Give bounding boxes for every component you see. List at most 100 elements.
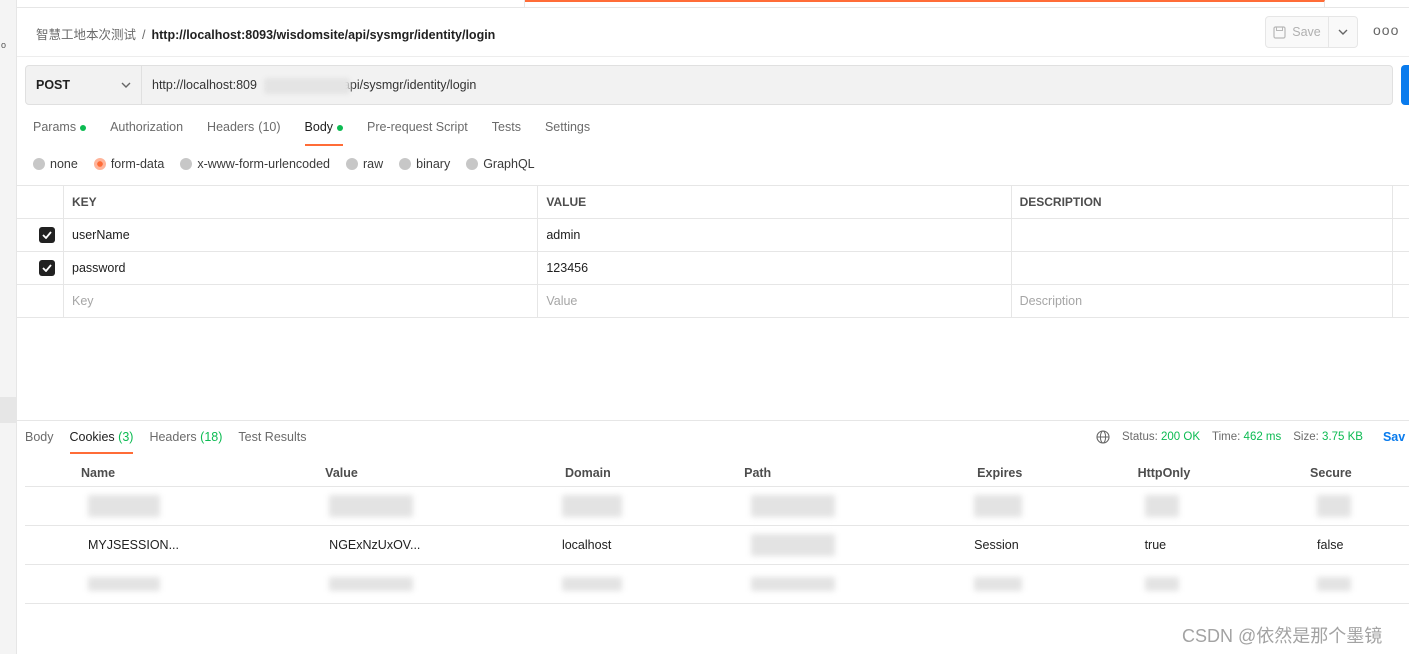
tab-tests-label: Tests xyxy=(491,120,521,134)
response-tab-test-results-label: Test Results xyxy=(238,430,307,444)
save-dropdown-button[interactable] xyxy=(1329,17,1357,47)
url-redaction xyxy=(264,78,350,94)
body-type-label: none xyxy=(50,157,78,171)
body-type-graphql[interactable]: GraphQL xyxy=(466,157,535,171)
body-type-none[interactable]: none xyxy=(33,157,78,171)
cookie-col-secure: Secure xyxy=(1254,460,1409,487)
actions-cell xyxy=(1391,251,1409,285)
status-text[interactable]: Status: 200 OK xyxy=(1122,431,1200,443)
body-type-label: binary xyxy=(416,157,451,171)
open-request-tab[interactable] xyxy=(17,0,525,8)
check-icon xyxy=(42,231,52,239)
method-select[interactable]: POST xyxy=(26,66,142,104)
body-type-label: form-data xyxy=(110,157,165,171)
table-row: userName admin xyxy=(17,218,1409,252)
description-cell[interactable] xyxy=(1010,251,1393,285)
value-input-placeholder[interactable]: Value xyxy=(537,284,1012,318)
radio-icon xyxy=(466,158,479,170)
radio-icon xyxy=(346,158,358,170)
tab-settings[interactable]: Settings xyxy=(545,120,590,146)
redacted-cell xyxy=(508,564,689,604)
chevron-down-icon xyxy=(1338,29,1348,35)
size-text[interactable]: Size: 3.75 KB xyxy=(1293,431,1363,443)
tab-headers[interactable]: Headers (10) xyxy=(207,120,280,146)
body-type-label: raw xyxy=(363,157,384,171)
redaction-block xyxy=(751,494,836,517)
key-input-placeholder[interactable]: Key xyxy=(62,284,539,318)
body-type-urlencoded[interactable]: x-www-form-urlencoded xyxy=(180,157,330,171)
response-tab-body[interactable]: Body xyxy=(25,430,54,454)
active-request-tab[interactable] xyxy=(525,0,1325,8)
response-tab-cookies[interactable]: Cookies (3) xyxy=(69,430,133,454)
watermark: CSDN @依然是那个墨镜 xyxy=(1182,626,1383,646)
breadcrumb-request-name[interactable]: http://localhost:8093/wisdomsite/api/sys… xyxy=(152,28,496,42)
time-text[interactable]: Time: 462 ms xyxy=(1212,431,1281,443)
save-response-button[interactable]: Sav xyxy=(1383,430,1405,444)
save-button-group: Save xyxy=(1265,16,1358,48)
cookies-table: Name Value Domain Path Expires HttpOnly … xyxy=(25,460,1409,604)
tab-settings-label: Settings xyxy=(544,120,591,134)
tab-params-label: Params xyxy=(33,120,77,134)
redaction-block xyxy=(329,494,414,517)
method-label: POST xyxy=(36,78,71,92)
tab-pre-request-label: Pre-request Script xyxy=(367,120,468,134)
response-tab-test-results[interactable]: Test Results xyxy=(238,430,306,454)
cookie-col-name: Name xyxy=(25,460,270,487)
redacted-cell xyxy=(508,486,689,526)
response-tab-headers[interactable]: Headers (18) xyxy=(149,430,222,454)
globe-icon[interactable] xyxy=(1096,430,1110,444)
value-cell[interactable]: admin xyxy=(537,218,1012,252)
redacted-cell xyxy=(25,564,270,604)
header-check-cell xyxy=(17,185,64,219)
send-button[interactable] xyxy=(1401,65,1409,105)
redacted-cell xyxy=(1254,564,1409,604)
cookie-col-path: Path xyxy=(688,460,922,487)
cookie-col-httponly: HttpOnly xyxy=(1081,460,1255,487)
body-type-form-data[interactable]: form-data xyxy=(93,157,165,171)
key-cell[interactable]: userName xyxy=(62,218,539,252)
tab-body[interactable]: Body xyxy=(304,120,344,146)
body-type-binary[interactable]: binary xyxy=(399,157,450,171)
description-input-placeholder[interactable]: Description xyxy=(1010,284,1393,318)
more-options-button[interactable]: ooo xyxy=(1373,23,1399,41)
redaction-block xyxy=(329,576,414,591)
redaction-block xyxy=(1144,494,1179,517)
cookie-col-domain: Domain xyxy=(508,460,689,487)
left-sidebar-strip: o xyxy=(0,0,17,654)
tab-pre-request-script[interactable]: Pre-request Script xyxy=(367,120,468,146)
tab-tests[interactable]: Tests xyxy=(492,120,521,146)
header-actions xyxy=(1391,185,1409,219)
url-suffix: api/sysmgr/identity/login xyxy=(342,78,477,92)
table-row-new: Key Value Description xyxy=(17,284,1409,318)
key-cell[interactable]: password xyxy=(62,251,539,285)
breadcrumb-collection[interactable]: 智慧工地本次测试 xyxy=(36,28,136,42)
url-input[interactable]: http://localhost:809 api/sysmgr/identity/… xyxy=(142,66,1392,104)
redacted-cell xyxy=(1081,564,1255,604)
check-icon xyxy=(42,264,52,272)
row-checkbox[interactable] xyxy=(39,227,55,243)
redacted-cell xyxy=(921,486,1082,526)
value-cell[interactable]: 123456 xyxy=(537,251,1012,285)
redaction-block xyxy=(88,494,160,517)
redaction-block xyxy=(751,576,836,591)
size-value: 3.75 KB xyxy=(1322,431,1363,443)
radio-icon xyxy=(180,158,193,170)
row-checkbox-cell xyxy=(17,218,64,252)
cookie-expires: Session xyxy=(921,525,1082,565)
cookie-row: MYJSESSION... NGExNzUxOV... localhost Se… xyxy=(25,525,1409,565)
redacted-cell xyxy=(25,486,270,526)
description-cell[interactable] xyxy=(1010,218,1393,252)
save-button[interactable]: Save xyxy=(1266,17,1329,47)
row-checkbox[interactable] xyxy=(39,260,55,276)
redacted-cell xyxy=(269,564,509,604)
cookie-secure: false xyxy=(1254,525,1409,565)
body-type-raw[interactable]: raw xyxy=(346,157,383,171)
tab-authorization[interactable]: Authorization xyxy=(110,120,183,146)
tab-params[interactable]: Params xyxy=(33,120,87,146)
body-indicator-dot xyxy=(337,125,344,131)
row-checkbox-cell xyxy=(17,284,64,318)
response-tab-cookies-label: Cookies xyxy=(69,430,115,444)
redacted-cell xyxy=(1081,486,1255,526)
body-type-label: x-www-form-urlencoded xyxy=(197,157,330,171)
sidebar-selected-item[interactable] xyxy=(0,397,16,423)
